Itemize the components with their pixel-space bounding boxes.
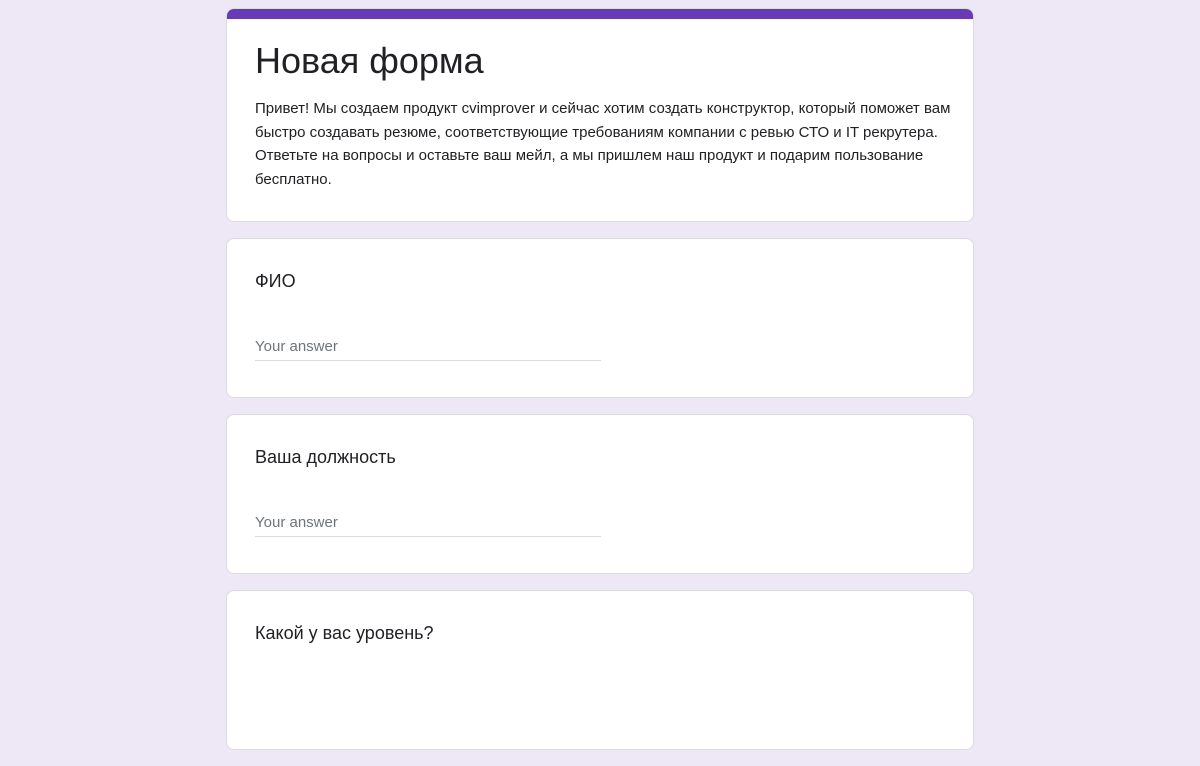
position-answer-input[interactable]	[255, 509, 601, 537]
full-name-answer-input[interactable]	[255, 333, 601, 361]
question-card-full-name: ФИО	[226, 238, 974, 398]
question-title: ФИО	[255, 271, 296, 291]
form-title: Новая форма	[255, 40, 484, 81]
form-header-card: Новая форма Привет! Мы создаем продукт c…	[226, 8, 974, 222]
question-card-level: Какой у вас уровень?	[226, 590, 974, 750]
header-accent-bar	[227, 9, 973, 19]
question-card-position: Ваша должность	[226, 414, 974, 574]
form-column: Новая форма Привет! Мы создаем продукт c…	[226, 8, 974, 766]
question-title: Ваша должность	[255, 447, 396, 467]
question-title: Какой у вас уровень?	[255, 623, 434, 643]
form-description: Привет! Мы создаем продукт cvimprover и …	[255, 100, 951, 188]
